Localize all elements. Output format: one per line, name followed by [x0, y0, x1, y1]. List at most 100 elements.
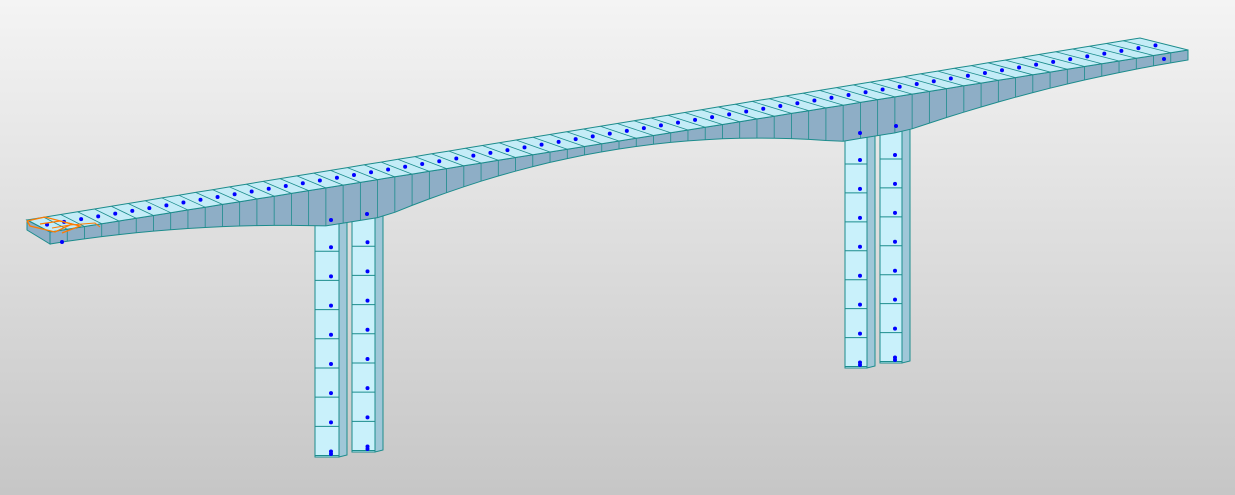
node-dot	[365, 356, 370, 361]
node-dot	[894, 124, 898, 128]
node-dot	[266, 186, 271, 191]
node-dot	[329, 303, 333, 308]
node-dot	[607, 131, 612, 136]
node-dot	[658, 123, 663, 128]
node-dot	[232, 192, 237, 197]
node-dot	[931, 79, 936, 84]
bridge-3d-view[interactable]	[0, 0, 1235, 495]
pier-column	[879, 127, 911, 364]
node-dot	[858, 157, 862, 162]
column-front-face	[879, 129, 903, 364]
node-dot	[1136, 46, 1141, 51]
node-dot	[1153, 43, 1158, 48]
column-front-face	[314, 221, 340, 458]
node-dot	[60, 240, 64, 244]
node-dot	[858, 215, 862, 220]
node-dot	[1051, 59, 1056, 64]
node-dot	[863, 90, 868, 95]
node-dot	[693, 117, 698, 122]
node-dot	[300, 181, 305, 186]
node-dot	[897, 84, 902, 89]
node-dot	[1102, 51, 1107, 56]
node-dot	[641, 126, 646, 131]
node-dot	[573, 137, 578, 142]
pier-column	[314, 219, 348, 458]
node-dot	[386, 167, 391, 172]
node-dot	[914, 81, 919, 86]
node-dot	[1034, 62, 1039, 67]
column-side-face	[374, 214, 384, 453]
node-dot	[858, 186, 862, 191]
node-dot	[893, 358, 897, 362]
node-dot	[727, 112, 732, 117]
column-front-face	[844, 134, 868, 369]
node-dot	[113, 211, 118, 216]
node-dot	[744, 109, 749, 114]
node-dot	[710, 115, 715, 120]
node-dot	[999, 68, 1004, 73]
node-dot	[893, 326, 897, 331]
node-dot	[893, 210, 897, 215]
node-dot	[96, 214, 101, 219]
column-side-face	[338, 219, 348, 458]
node-dot	[329, 245, 333, 250]
node-dot	[795, 101, 800, 106]
node-dot	[329, 420, 333, 425]
node-dot	[1119, 48, 1124, 53]
node-dot	[365, 327, 370, 332]
node-dot	[317, 178, 322, 183]
node-dot	[846, 93, 851, 98]
node-dot	[488, 150, 493, 155]
node-dot	[893, 268, 897, 273]
node-dot	[365, 212, 369, 216]
node-dot	[351, 172, 356, 177]
node-dot	[329, 274, 333, 279]
node-dot	[1068, 57, 1073, 62]
node-dot	[624, 128, 629, 133]
node-dot	[893, 297, 897, 302]
node-dot	[590, 134, 595, 139]
model-viewport[interactable]	[0, 0, 1235, 495]
node-dot	[365, 269, 370, 274]
node-dot	[198, 197, 203, 202]
node-dot	[858, 302, 862, 307]
node-dot	[164, 203, 169, 208]
column-side-face	[866, 132, 876, 369]
node-dot	[334, 175, 339, 180]
node-dot	[130, 208, 135, 213]
node-dot	[675, 120, 680, 125]
node-dot	[329, 332, 333, 337]
node-dot	[1162, 57, 1166, 61]
node-dot	[539, 142, 544, 147]
node-dot	[778, 104, 783, 109]
node-dot	[858, 331, 862, 336]
node-dot	[522, 145, 527, 150]
node-dot	[893, 152, 897, 157]
node-dot	[365, 386, 370, 391]
node-dot	[471, 153, 476, 158]
node-dot	[965, 73, 970, 78]
node-dot	[858, 363, 862, 367]
node-dot	[893, 239, 897, 244]
node-dot	[329, 361, 333, 366]
node-dot	[982, 70, 987, 75]
node-dot	[365, 447, 370, 451]
node-dot	[365, 240, 370, 245]
node-dot	[147, 206, 152, 211]
node-dot	[893, 181, 897, 186]
node-dot	[215, 195, 220, 200]
node-dot	[505, 148, 510, 153]
node-dot	[454, 156, 459, 161]
node-dot	[403, 164, 408, 169]
node-dot	[329, 452, 333, 456]
node-dot	[249, 189, 254, 194]
node-dot	[1085, 54, 1090, 59]
node-dot	[858, 131, 862, 135]
node-dot	[181, 200, 186, 205]
node-dot	[329, 391, 333, 396]
pier-column	[844, 132, 876, 369]
node-dot	[880, 87, 885, 92]
node-dot	[283, 184, 288, 189]
node-dot	[829, 95, 834, 100]
node-dot	[365, 298, 370, 303]
